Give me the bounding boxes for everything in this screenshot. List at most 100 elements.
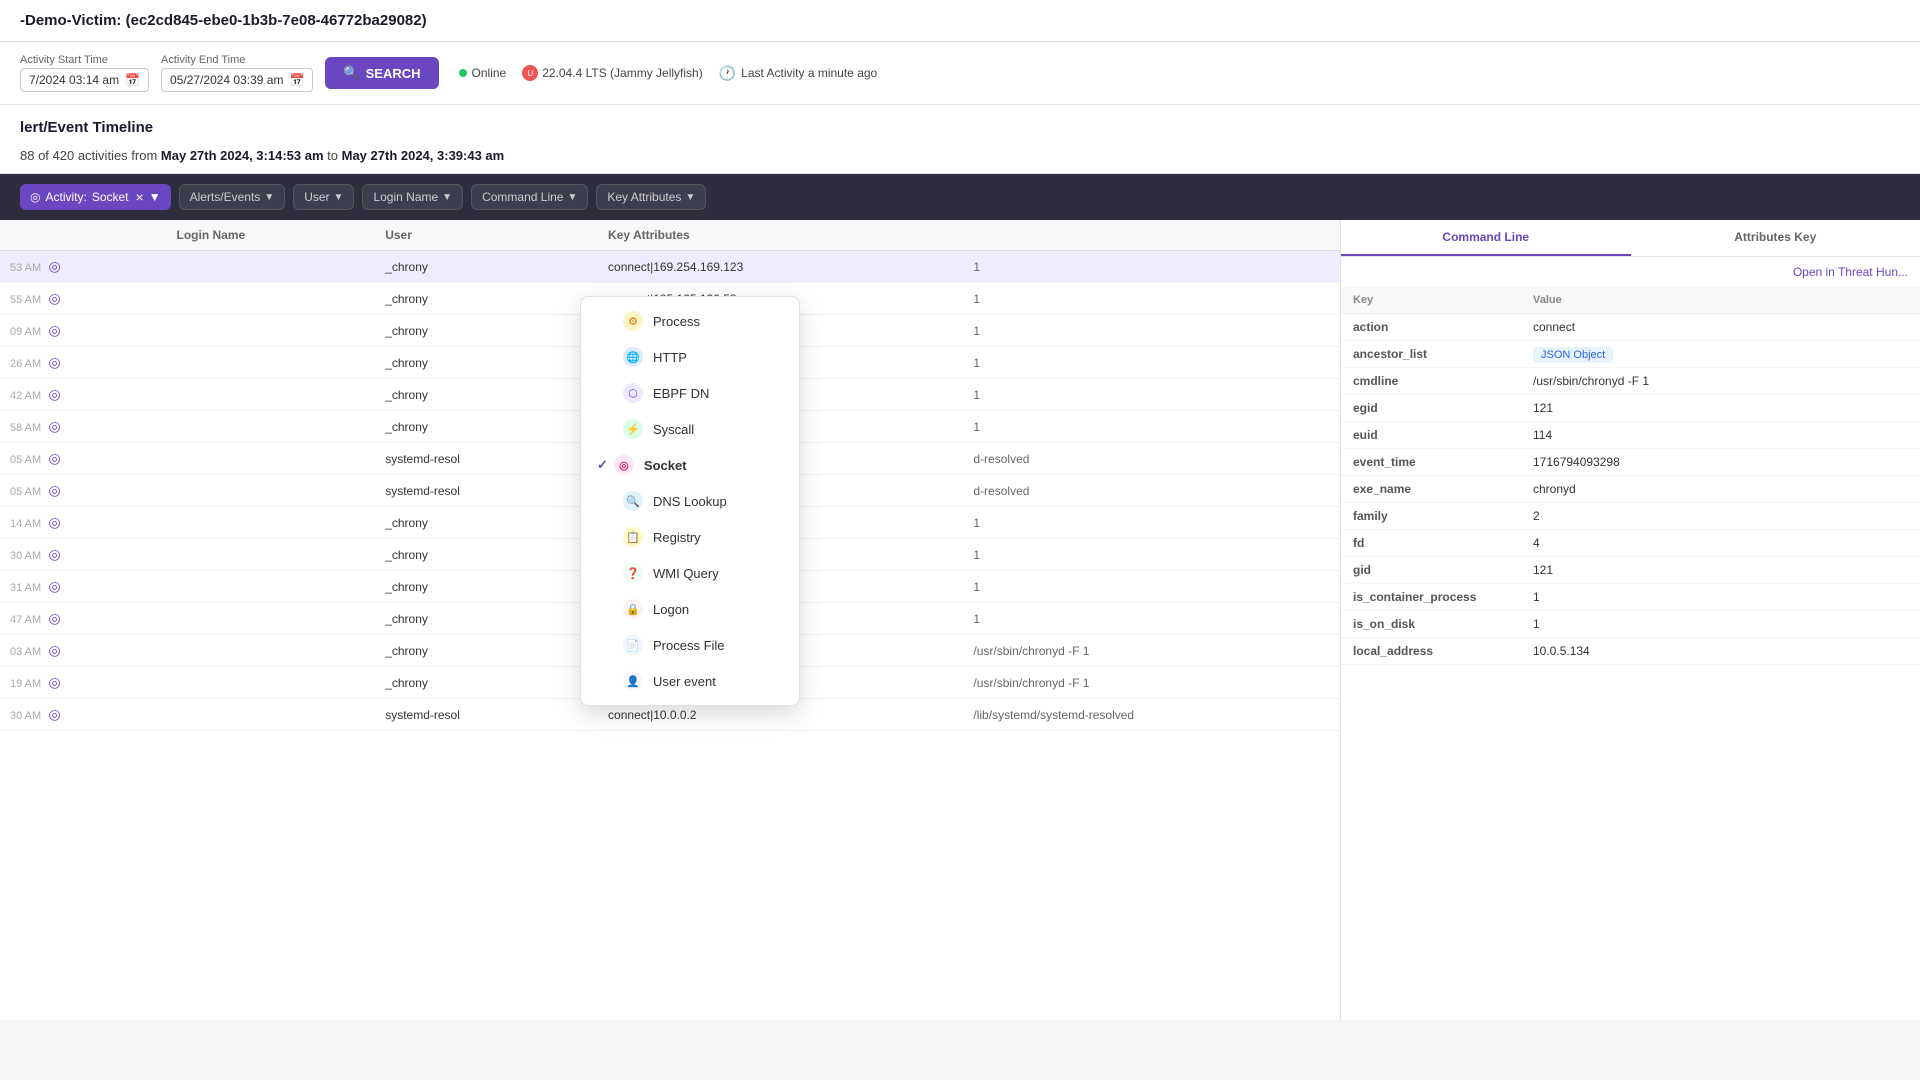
page-title: -Demo-Victim: (ec2cd845-ebe0-1b3b-7e08-4… xyxy=(20,12,427,29)
dropdown-item-socket[interactable]: ✓ ◎ Socket xyxy=(581,447,799,483)
item-icon-dns lookup: 🔍 xyxy=(623,491,643,511)
cell-extra: 1 xyxy=(963,283,1340,315)
cell-time: 53 AM ◎ xyxy=(0,251,167,283)
online-dot xyxy=(459,69,467,77)
activity-filter-chip[interactable]: ◎ Activity: Socket × ▼ xyxy=(20,184,171,210)
cell-extra: 1 xyxy=(963,251,1340,283)
cell-login xyxy=(167,347,376,379)
start-time-label: Activity Start Time xyxy=(20,54,149,66)
search-button[interactable]: 🔍 SEARCH xyxy=(325,57,438,89)
cell-extra: d-resolved xyxy=(963,475,1340,507)
cell-time: 03 AM ◎ xyxy=(0,635,167,667)
cell-time: 58 AM ◎ xyxy=(0,411,167,443)
end-time-input[interactable]: 05/27/2024 03:39 am 📅 xyxy=(161,68,313,92)
chevron-down-icon-cmdline: ▼ xyxy=(567,192,577,203)
user-filter[interactable]: User ▼ xyxy=(293,184,354,210)
cell-time: 19 AM ◎ xyxy=(0,667,167,699)
item-icon-registry: 📋 xyxy=(623,527,643,547)
item-icon-ebpf dn: ⬡ xyxy=(623,383,643,403)
dropdown-item-process-file[interactable]: 📄 Process File xyxy=(581,627,799,663)
cell-extra: 1 xyxy=(963,571,1340,603)
cell-time: 42 AM ◎ xyxy=(0,379,167,411)
clock-icon: 🕐 xyxy=(719,65,736,82)
cell-user: _chrony xyxy=(375,411,598,443)
dropdown-item-label: User event xyxy=(653,674,716,689)
table-row[interactable]: 53 AM ◎ _chrony connect|169.254.169.123 … xyxy=(0,251,1340,283)
details-top-bar: Open in Threat Hun... xyxy=(1341,257,1920,287)
kv-key: euid xyxy=(1341,422,1521,449)
status-items: Online U 22.04.4 LTS (Jammy Jellyfish) 🕐… xyxy=(459,65,878,82)
target-icon: ◎ xyxy=(49,450,61,466)
dropdown-item-wmi-query[interactable]: ❓ WMI Query xyxy=(581,555,799,591)
end-time-value: 05/27/2024 03:39 am xyxy=(170,73,283,87)
cell-login xyxy=(167,443,376,475)
dropdown-item-dns-lookup[interactable]: 🔍 DNS Lookup xyxy=(581,483,799,519)
cell-time: 55 AM ◎ xyxy=(0,283,167,315)
target-icon: ◎ xyxy=(49,610,61,626)
cell-time: 30 AM ◎ xyxy=(0,539,167,571)
target-icon: ◎ xyxy=(49,418,61,434)
command-line-filter[interactable]: Command Line ▼ xyxy=(471,184,588,210)
dropdown-item-syscall[interactable]: ⚡ Syscall xyxy=(581,411,799,447)
dropdown-item-logon[interactable]: 🔒 Logon xyxy=(581,591,799,627)
kv-key: egid xyxy=(1341,395,1521,422)
section-title: lert/Event Timeline xyxy=(0,105,1920,142)
open-threat-hunt-link[interactable]: Open in Threat Hun... xyxy=(1793,265,1908,279)
kv-row: ancestor_listJSON Object xyxy=(1341,341,1920,368)
kv-value: 2 xyxy=(1521,503,1920,530)
dropdown-item-user-event[interactable]: 👤 User event xyxy=(581,663,799,699)
cell-time: 26 AM ◎ xyxy=(0,347,167,379)
end-time-label: Activity End Time xyxy=(161,54,313,66)
filter-bar: ◎ Activity: Socket × ▼ Alerts/Events ▼ U… xyxy=(0,174,1920,220)
target-icon: ◎ xyxy=(49,322,61,338)
cell-login xyxy=(167,315,376,347)
cell-user: _chrony xyxy=(375,571,598,603)
cell-time: 30 AM ◎ xyxy=(0,699,167,731)
target-icon: ◎ xyxy=(49,546,61,562)
dropdown-item-label: Process File xyxy=(653,638,725,653)
details-tabs: Command Line Attributes Key xyxy=(1341,220,1920,257)
col-login: Login Name xyxy=(167,220,376,251)
dropdown-item-http[interactable]: 🌐 HTTP xyxy=(581,339,799,375)
kv-row: is_on_disk1 xyxy=(1341,611,1920,638)
dropdown-arrow-icon: ▼ xyxy=(149,190,161,204)
alerts-events-label: Alerts/Events xyxy=(190,190,261,204)
dropdown-item-ebpf-dn[interactable]: ⬡ EBPF DN xyxy=(581,375,799,411)
controls-bar: Activity Start Time 7/2024 03:14 am 📅 Ac… xyxy=(0,42,1920,105)
cell-extra: 1 xyxy=(963,603,1340,635)
login-name-filter[interactable]: Login Name ▼ xyxy=(362,184,463,210)
item-icon-wmi query: ❓ xyxy=(623,563,643,583)
cell-login xyxy=(167,699,376,731)
cell-extra: d-resolved xyxy=(963,443,1340,475)
start-time-group: Activity Start Time 7/2024 03:14 am 📅 xyxy=(20,54,149,92)
cell-user: _chrony xyxy=(375,539,598,571)
cell-time: 09 AM ◎ xyxy=(0,315,167,347)
kv-row: euid114 xyxy=(1341,422,1920,449)
tab-attributes-key[interactable]: Attributes Key xyxy=(1631,220,1920,256)
col-user: User xyxy=(375,220,598,251)
item-icon-socket: ◎ xyxy=(614,455,634,475)
os-label: 22.04.4 LTS (Jammy Jellyfish) xyxy=(542,66,703,80)
dropdown-item-label: Logon xyxy=(653,602,689,617)
start-time-input[interactable]: 7/2024 03:14 am 📅 xyxy=(20,68,149,92)
os-icon: U xyxy=(522,65,538,81)
target-icon: ◎ xyxy=(49,354,61,370)
key-attributes-filter[interactable]: Key Attributes ▼ xyxy=(596,184,706,210)
cell-extra: /usr/sbin/chronyd -F 1 xyxy=(963,667,1340,699)
online-status: Online xyxy=(459,66,507,80)
dropdown-item-process[interactable]: ⚙ Process xyxy=(581,303,799,339)
kv-value: connect xyxy=(1521,314,1920,341)
dropdown-item-label: DNS Lookup xyxy=(653,494,727,509)
chevron-down-icon-user: ▼ xyxy=(334,192,344,203)
activity-dropdown[interactable]: ⚙ Process 🌐 HTTP ⬡ EBPF DN ⚡ Syscall ✓ ◎… xyxy=(580,296,800,706)
remove-filter-icon[interactable]: × xyxy=(136,189,144,205)
item-icon-process file: 📄 xyxy=(623,635,643,655)
dropdown-item-registry[interactable]: 📋 Registry xyxy=(581,519,799,555)
tab-command-line[interactable]: Command Line xyxy=(1341,220,1631,256)
kv-key: event_time xyxy=(1341,449,1521,476)
kv-row: actionconnect xyxy=(1341,314,1920,341)
kv-key: ancestor_list xyxy=(1341,341,1521,368)
alerts-events-filter[interactable]: Alerts/Events ▼ xyxy=(179,184,286,210)
cell-extra: 1 xyxy=(963,507,1340,539)
item-icon-http: 🌐 xyxy=(623,347,643,367)
